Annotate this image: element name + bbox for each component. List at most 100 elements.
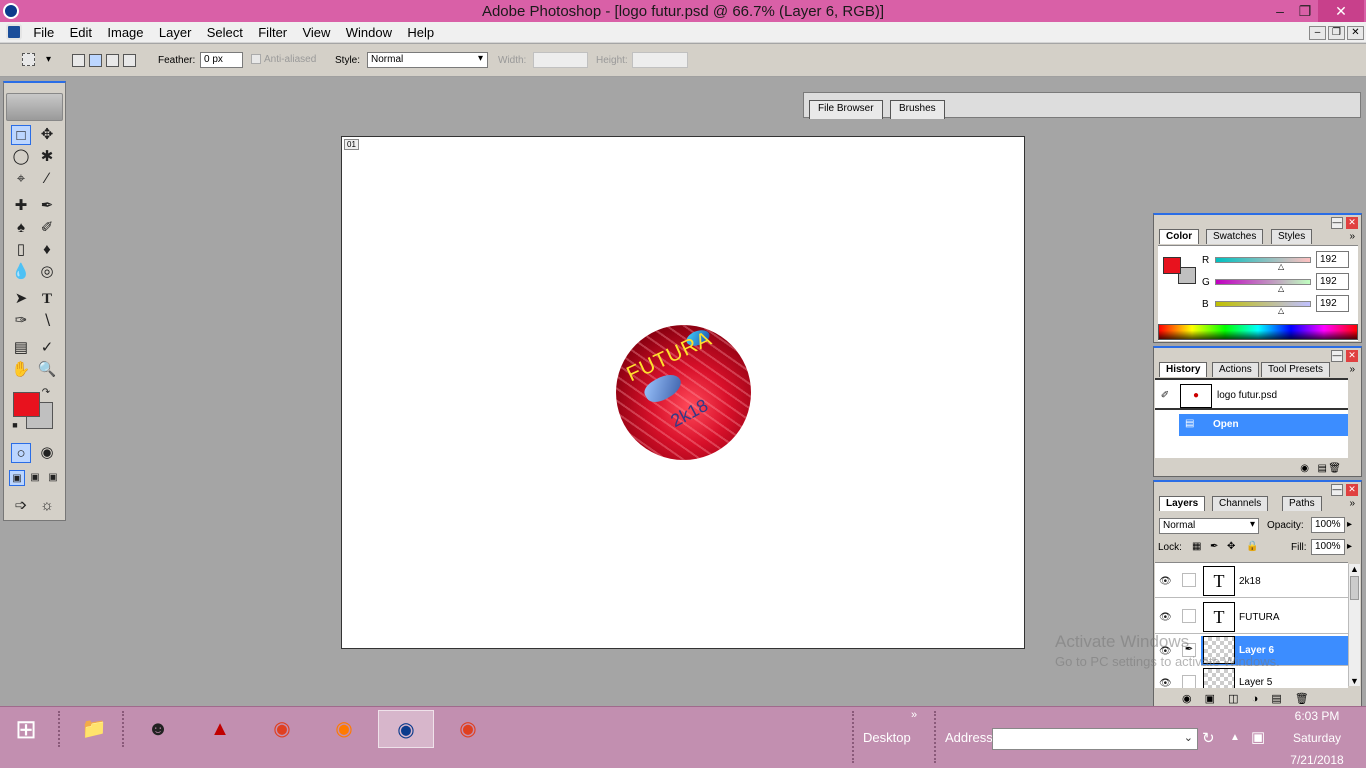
intersect-selection-icon[interactable] [123,54,136,67]
slice-icon[interactable]: ∕ [37,169,57,189]
panel-close-button[interactable]: ✕ [1346,350,1358,362]
menu-file[interactable]: File [27,22,60,40]
hand-icon[interactable]: ✋ [11,360,31,380]
clock-day[interactable]: Saturday [1277,731,1357,745]
fill-input[interactable]: 100% [1311,539,1345,555]
pen-icon[interactable]: ✑ [11,311,31,331]
eraser-icon[interactable]: ▯ [11,240,31,260]
acrobat-icon[interactable]: ▲ [192,710,248,748]
color-ramp[interactable] [1158,324,1358,340]
document-icon[interactable] [6,24,22,40]
history-brush-source-icon[interactable]: ✐ [1159,390,1171,402]
style-select[interactable]: Normal ▾ [367,52,488,68]
eye-icon[interactable]: 👁 [1159,612,1172,624]
zoom-icon[interactable]: 🔍 [37,360,57,380]
add-selection-icon[interactable] [89,54,102,67]
new-group-icon[interactable]: ◫ [1228,693,1238,705]
new-document-from-state-icon[interactable]: ▤ [1318,463,1327,474]
panel-close-button[interactable]: ✕ [1346,484,1358,496]
layer-row[interactable]: 👁 Layer 5 [1155,667,1348,688]
scroll-down-icon[interactable]: ▼ [1349,676,1360,686]
tab-brushes[interactable]: Brushes [890,100,945,119]
layer-row[interactable]: 👁 T 2k18 [1155,565,1348,598]
chevron-down-icon[interactable]: ⌄ [1184,731,1193,744]
b-slider[interactable] [1215,301,1311,307]
link-slot[interactable] [1182,675,1196,688]
game-app-icon[interactable]: ☻ [130,710,186,748]
tab-styles[interactable]: Styles [1271,229,1313,244]
trash-icon[interactable]: 🗑 [1328,463,1341,474]
tab-swatches[interactable]: Swatches [1206,229,1264,244]
panel-menu-icon[interactable]: » [1349,498,1355,509]
show-hidden-icons-icon[interactable]: ▲ [1230,732,1240,743]
g-slider[interactable] [1215,279,1311,285]
layer-mask-icon[interactable]: ▣ [1205,693,1215,705]
layer-style-icon[interactable]: ◉ [1182,693,1192,705]
full-screen-icon[interactable]: ▣ [45,470,61,486]
tab-layers[interactable]: Layers [1159,496,1206,511]
dodge-icon[interactable]: ◎ [37,262,57,282]
feather-input[interactable]: 0 px [200,52,243,68]
menu-image[interactable]: Image [101,22,149,40]
history-brush-icon[interactable]: ✐ [37,218,57,238]
healing-brush-icon[interactable]: ✚ [11,196,31,216]
tab-paths[interactable]: Paths [1282,496,1322,511]
panel-menu-icon[interactable]: » [1349,364,1355,375]
link-slot[interactable] [1182,609,1196,623]
panel-close-button[interactable]: ✕ [1346,217,1358,229]
r-slider-handle-icon[interactable]: △ [1278,262,1284,271]
eye-icon[interactable]: 👁 [1159,678,1172,688]
tab-actions[interactable]: Actions [1212,362,1259,377]
default-colors-icon[interactable]: ■ [9,419,21,431]
windows-start-icon[interactable]: ⊞ [0,710,52,748]
doc-close-button[interactable]: ✕ [1347,26,1364,40]
opacity-arrow-icon[interactable]: ▸ [1347,519,1352,530]
new-selection-icon[interactable] [72,54,85,67]
refresh-icon[interactable]: ↻ [1202,729,1215,747]
paint-bucket-icon[interactable]: ♦ [37,240,57,260]
g-input[interactable]: 192 [1316,273,1349,290]
brush-icon[interactable]: ✒ [37,196,57,216]
quick-mask-icon[interactable]: ◉ [37,443,57,463]
document-canvas[interactable]: 01 FUTURA 2k18 [341,136,1025,649]
lock-pixels-icon[interactable]: ✒ [1210,541,1218,552]
photoshop-taskbar-icon[interactable]: ◉ [378,710,434,748]
opacity-input[interactable]: 100% [1311,517,1345,533]
imageready-icon[interactable]: ☼ [37,496,57,516]
adobe-logo-icon[interactable] [6,93,63,121]
foreground-color-swatch[interactable] [13,392,40,417]
file-explorer-icon[interactable]: 📁 [66,710,122,748]
firefox-icon[interactable]: ◉ [316,710,372,748]
standard-mode-icon[interactable]: ○ [11,443,31,463]
move-tool-icon[interactable]: ✥ [37,125,57,145]
chevron-down-icon[interactable]: ▾ [46,54,51,65]
lasso-icon[interactable]: ◯ [11,147,31,167]
tab-history[interactable]: History [1159,362,1208,377]
create-snapshot-icon[interactable]: ◉ [1300,463,1309,474]
restore-button[interactable]: ❐ [1290,0,1320,22]
link-slot[interactable] [1182,573,1196,587]
jump-to-imageready-icon[interactable]: ➩ [11,496,31,516]
crop-icon[interactable]: ⌖ [11,169,31,189]
standard-screen-icon[interactable]: ▣ [9,470,25,486]
doc-minimize-button[interactable]: – [1309,26,1326,40]
clock-date[interactable]: 7/21/2018 [1277,753,1357,767]
action-center-icon[interactable]: ▣ [1251,728,1265,746]
tab-channels[interactable]: Channels [1212,496,1269,511]
b-input[interactable]: 192 [1316,295,1349,312]
full-screen-menu-icon[interactable]: ▣ [27,470,43,486]
lock-transparency-icon[interactable]: ▦ [1192,541,1201,552]
menu-window[interactable]: Window [340,22,398,40]
line-tool-icon[interactable]: ∖ [37,311,57,331]
history-snapshot[interactable]: ✐ ● logo futur.psd [1155,382,1348,410]
magic-wand-icon[interactable]: ✱ [37,147,57,167]
eye-icon[interactable]: 👁 [1159,576,1172,588]
path-selection-icon[interactable]: ➤ [11,289,31,309]
rectangular-marquee-icon[interactable]: □ [11,125,31,145]
chrome-profile-icon[interactable]: ◉ [440,710,496,748]
eyedropper-icon[interactable]: ✓ [37,338,57,358]
menu-layer[interactable]: Layer [153,22,198,40]
r-input[interactable]: 192 [1316,251,1349,268]
tab-file-browser[interactable]: File Browser [809,100,883,119]
blend-mode-select[interactable]: Normal ▾ [1159,518,1259,534]
